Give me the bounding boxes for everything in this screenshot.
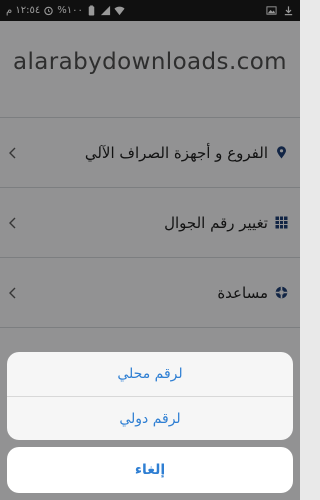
international-number-option[interactable]: لرقم دولي xyxy=(7,397,293,440)
action-sheet: لرقم محلي لرقم دولي xyxy=(7,352,293,440)
local-number-option[interactable]: لرقم محلي xyxy=(7,352,293,396)
cancel-button[interactable]: إلغاء xyxy=(7,447,293,493)
